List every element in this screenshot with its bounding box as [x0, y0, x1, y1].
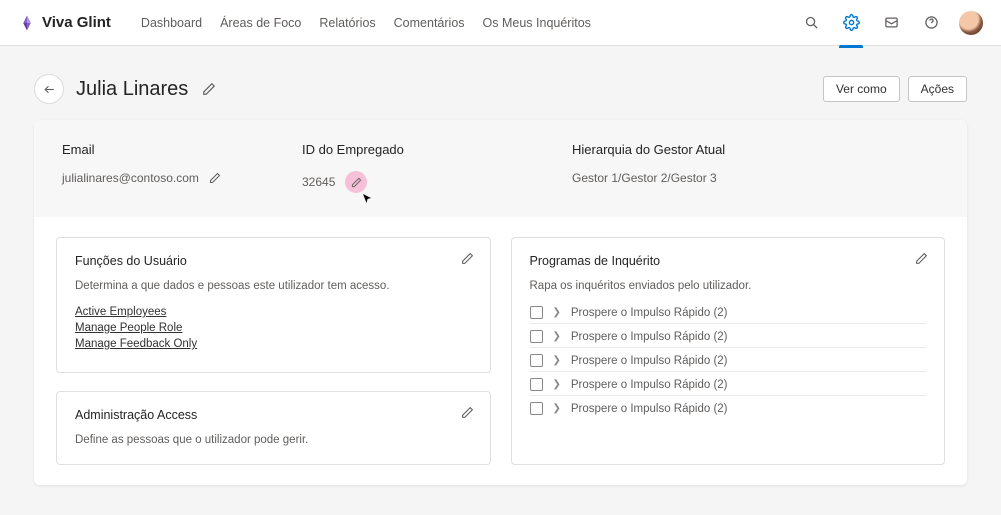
- edit-admin-access-icon[interactable]: [461, 406, 474, 419]
- survey-name[interactable]: Prospere o Impulso Rápido (2): [571, 307, 728, 319]
- email-label: Email: [62, 142, 302, 157]
- survey-name[interactable]: Prospere o Impulso Rápido (2): [571, 331, 728, 343]
- info-strip: Email julialinares@contoso.com ID do Emp…: [34, 120, 967, 217]
- user-roles-title: Funções do Usuário: [75, 254, 472, 268]
- main-card: Email julialinares@contoso.com ID do Emp…: [34, 120, 967, 485]
- survey-programs-title: Programas de Inquérito: [530, 254, 927, 268]
- employee-id-label: ID do Empregado: [302, 142, 572, 157]
- role-link-manage-feedback[interactable]: Manage Feedback Only: [75, 338, 472, 350]
- employee-id-value: 32645: [302, 175, 335, 189]
- edit-survey-programs-icon[interactable]: [915, 252, 928, 265]
- survey-checkbox[interactable]: [530, 354, 543, 367]
- brand: Viva Glint: [18, 14, 111, 32]
- survey-checkbox[interactable]: [530, 306, 543, 319]
- cursor-pointer-icon: [361, 193, 371, 203]
- email-column: Email julialinares@contoso.com: [62, 142, 302, 193]
- survey-row: ❯ Prospere o Impulso Rápido (2): [530, 354, 927, 372]
- page-body: Julia Linares Ver como Ações Email julia…: [0, 46, 1001, 515]
- survey-row: ❯ Prospere o Impulso Rápido (2): [530, 378, 927, 396]
- chevron-right-icon[interactable]: ❯: [553, 331, 561, 342]
- edit-user-roles-icon[interactable]: [461, 252, 474, 265]
- role-link-active-employees[interactable]: Active Employees: [75, 306, 472, 318]
- survey-row: ❯ Prospere o Impulso Rápido (2): [530, 402, 927, 419]
- chevron-right-icon[interactable]: ❯: [553, 355, 561, 366]
- employee-id-column: ID do Empregado 32645: [302, 142, 572, 193]
- survey-checkbox[interactable]: [530, 330, 543, 343]
- survey-name[interactable]: Prospere o Impulso Rápido (2): [571, 379, 728, 391]
- settings-gear-icon[interactable]: [839, 11, 863, 35]
- back-button[interactable]: [34, 74, 64, 104]
- page-header: Julia Linares Ver como Ações: [34, 74, 967, 104]
- nav-my-surveys[interactable]: Os Meus Inquéritos: [483, 16, 591, 30]
- survey-programs-card: Programas de Inquérito Rapa os inquérito…: [511, 237, 946, 465]
- edit-employee-id-icon[interactable]: [345, 171, 367, 193]
- nav-dashboard[interactable]: Dashboard: [141, 16, 202, 30]
- left-column: Funções do Usuário Determina a que dados…: [56, 237, 491, 465]
- survey-list: ❯ Prospere o Impulso Rápido (2) ❯ Prospe…: [530, 306, 927, 419]
- admin-access-card: Administração Access Define as pessoas q…: [56, 391, 491, 465]
- admin-access-title: Administração Access: [75, 408, 472, 422]
- manager-hierarchy-value-row: Gestor 1/Gestor 2/Gestor 3: [572, 171, 939, 185]
- view-as-button[interactable]: Ver como: [823, 76, 900, 102]
- nav-reports[interactable]: Relatórios: [319, 16, 375, 30]
- manager-hierarchy-value: Gestor 1/Gestor 2/Gestor 3: [572, 171, 717, 185]
- user-roles-desc: Determina a que dados e pessoas este uti…: [75, 280, 472, 292]
- email-value-row: julialinares@contoso.com: [62, 171, 302, 185]
- page-title: Julia Linares: [76, 78, 188, 101]
- nav-focus-areas[interactable]: Áreas de Foco: [220, 16, 301, 30]
- header-actions: Ver como Ações: [823, 76, 967, 102]
- top-nav: Dashboard Áreas de Foco Relatórios Comen…: [141, 16, 591, 30]
- edit-email-icon[interactable]: [209, 172, 221, 184]
- nav-comments[interactable]: Comentários: [394, 16, 465, 30]
- inbox-icon[interactable]: [879, 11, 903, 35]
- user-avatar[interactable]: [959, 11, 983, 35]
- chevron-right-icon[interactable]: ❯: [553, 307, 561, 318]
- topbar-right: [799, 11, 983, 35]
- viva-glint-logo-icon: [18, 14, 36, 32]
- search-icon[interactable]: [799, 11, 823, 35]
- help-icon[interactable]: [919, 11, 943, 35]
- actions-button[interactable]: Ações: [908, 76, 967, 102]
- top-bar: Viva Glint Dashboard Áreas de Foco Relat…: [0, 0, 1001, 46]
- survey-checkbox[interactable]: [530, 402, 543, 415]
- chevron-right-icon[interactable]: ❯: [553, 379, 561, 390]
- manager-hierarchy-column: Hierarquia do Gestor Atual Gestor 1/Gest…: [572, 142, 939, 193]
- edit-title-icon[interactable]: [202, 82, 216, 96]
- two-column-area: Funções do Usuário Determina a que dados…: [34, 217, 967, 465]
- role-link-manage-people[interactable]: Manage People Role: [75, 322, 472, 334]
- survey-checkbox[interactable]: [530, 378, 543, 391]
- admin-access-desc: Define as pessoas que o utilizador pode …: [75, 434, 472, 446]
- survey-programs-desc: Rapa os inquéritos enviados pelo utiliza…: [530, 280, 927, 292]
- survey-name[interactable]: Prospere o Impulso Rápido (2): [571, 355, 728, 367]
- manager-hierarchy-label: Hierarquia do Gestor Atual: [572, 142, 939, 157]
- survey-row: ❯ Prospere o Impulso Rápido (2): [530, 330, 927, 348]
- email-value: julialinares@contoso.com: [62, 171, 199, 185]
- chevron-right-icon[interactable]: ❯: [553, 403, 561, 414]
- employee-id-value-row: 32645: [302, 171, 572, 193]
- user-roles-card: Funções do Usuário Determina a que dados…: [56, 237, 491, 373]
- right-column: Programas de Inquérito Rapa os inquérito…: [511, 237, 946, 465]
- survey-name[interactable]: Prospere o Impulso Rápido (2): [571, 403, 728, 415]
- brand-name: Viva Glint: [42, 14, 111, 31]
- survey-row: ❯ Prospere o Impulso Rápido (2): [530, 306, 927, 324]
- user-roles-link-list: Active Employees Manage People Role Mana…: [75, 306, 472, 350]
